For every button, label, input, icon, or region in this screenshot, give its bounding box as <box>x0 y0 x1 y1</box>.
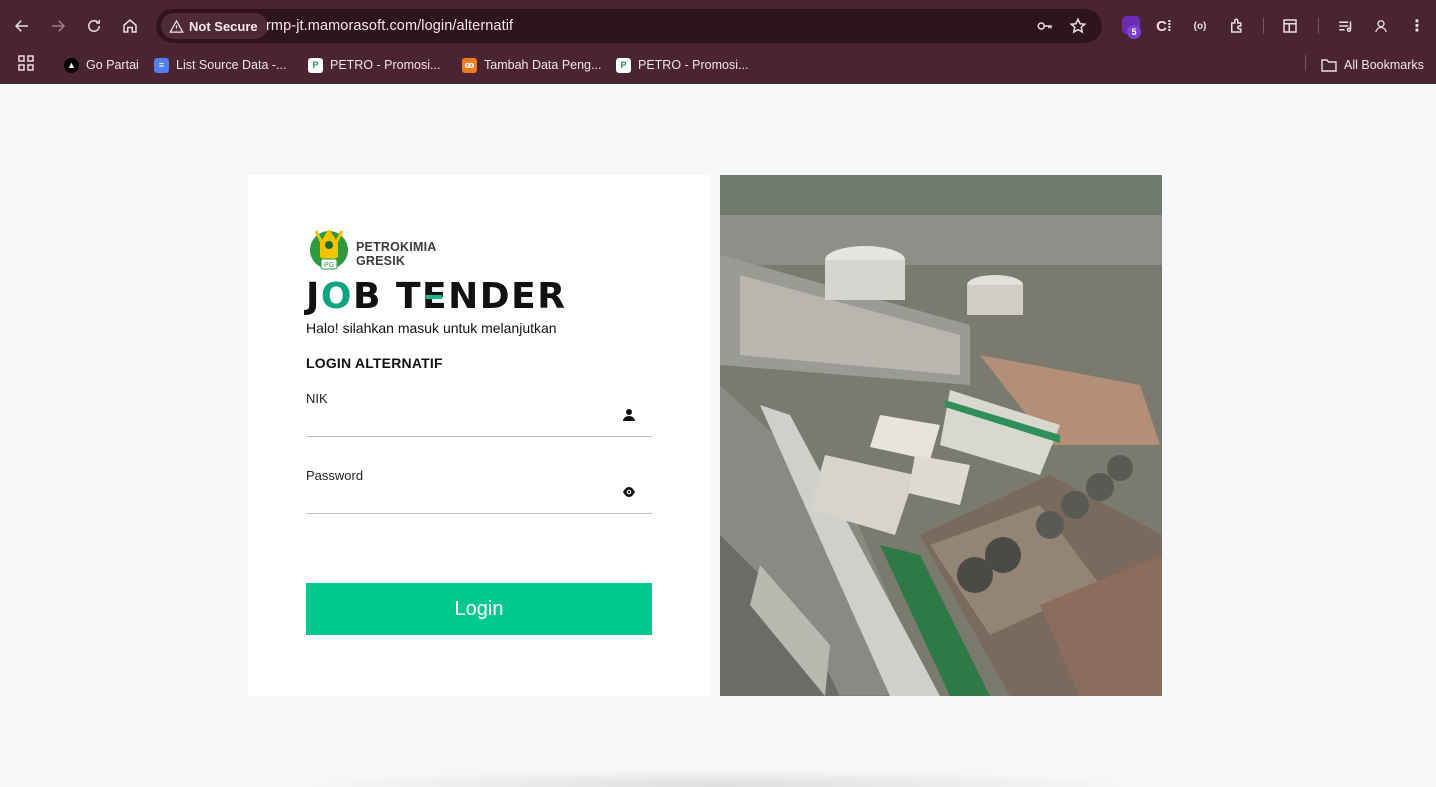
petro-icon: P <box>308 57 323 73</box>
apps-grid-icon[interactable] <box>18 55 34 71</box>
bookmark-label: Go Partai <box>86 58 139 72</box>
brand-part: B T <box>353 276 423 317</box>
bottom-shadow <box>300 770 1136 787</box>
folder-icon <box>1321 59 1337 72</box>
docs-icon: ≡ <box>154 57 169 73</box>
brand-part-o: O <box>320 276 354 317</box>
bookmark-label: Tambah Data Peng... <box>484 58 602 72</box>
extension-c-icon[interactable]: C⁞ <box>1153 15 1175 37</box>
logo-line1: PETROKIMIA <box>356 240 437 254</box>
all-bookmarks-label: All Bookmarks <box>1344 58 1424 72</box>
browser-toolbar: Not Secure rmp-jt.mamorasoft.com/login/a… <box>0 0 1436 52</box>
back-icon[interactable] <box>10 14 34 38</box>
extension-code-icon[interactable]: (o) <box>1189 15 1211 37</box>
home-icon[interactable] <box>118 14 142 38</box>
job-tender-title: JOB TENDER <box>306 276 566 317</box>
petro-icon: P <box>616 57 631 73</box>
extensions-puzzle-icon[interactable] <box>1226 15 1248 37</box>
side-panel-icon[interactable] <box>1279 15 1301 37</box>
toolbar-divider <box>1263 18 1264 34</box>
bookmark-item[interactable]: ▲ Go Partai <box>64 55 139 75</box>
login-button[interactable]: Login <box>306 583 652 635</box>
brand-part: NDER <box>448 276 567 317</box>
industrial-plant-photo <box>720 175 1162 696</box>
eye-icon[interactable] <box>622 485 636 499</box>
brand-part: J <box>306 276 321 317</box>
person-icon <box>622 408 636 422</box>
toolbar-divider <box>1318 18 1319 34</box>
logo-text: PETROKIMIA GRESIK <box>356 240 436 268</box>
bookmarks-divider <box>1305 55 1306 71</box>
bookmark-item[interactable]: ≡ List Source Data -... <box>154 55 286 75</box>
profile-icon[interactable] <box>1370 15 1392 37</box>
nik-input[interactable] <box>306 411 606 433</box>
bookmark-label: PETRO - Promosi... <box>330 58 441 72</box>
browser-chrome: Not Secure rmp-jt.mamorasoft.com/login/a… <box>0 0 1436 84</box>
logo-seal-text: PG <box>324 262 334 269</box>
reload-icon[interactable] <box>82 14 106 38</box>
reading-list-icon[interactable] <box>1335 15 1357 37</box>
warning-triangle-icon <box>169 19 184 33</box>
password-label: Password <box>306 468 364 483</box>
key-icon[interactable] <box>1036 17 1054 35</box>
security-label: Not Secure <box>189 18 258 34</box>
petrokimia-logo: PG PETROKIMIA GRESIK <box>306 223 486 273</box>
petrokimia-emblem-icon: PG <box>310 229 348 270</box>
login-card: PG PETROKIMIA GRESIK JOB TENDER Halo! si… <box>248 175 710 696</box>
forward-icon[interactable] <box>46 14 70 38</box>
bookmark-label: PETRO - Promosi... <box>638 58 749 72</box>
brand-part-e: E <box>422 276 449 317</box>
password-field: Password <box>306 468 652 514</box>
bookmark-item[interactable]: P PETRO - Promosi... <box>616 55 748 75</box>
subtitle: Halo! silahkan masuk untuk melanjutkan <box>306 320 557 336</box>
url-text[interactable]: rmp-jt.mamorasoft.com/login/alternatif <box>266 18 513 34</box>
password-input[interactable] <box>306 488 606 510</box>
bookmark-item[interactable]: ꝏ Tambah Data Peng... <box>462 55 601 75</box>
bookmark-item[interactable]: P PETRO - Promosi... <box>308 55 440 75</box>
address-bar[interactable]: Not Secure rmp-jt.mamorasoft.com/login/a… <box>156 9 1102 43</box>
triangle-logo-icon: ▲ <box>64 57 79 73</box>
security-chip[interactable]: Not Secure <box>161 13 268 39</box>
all-bookmarks-button[interactable]: All Bookmarks <box>1321 55 1424 75</box>
xampp-icon: ꝏ <box>462 57 477 73</box>
section-title: LOGIN ALTERNATIF <box>306 355 443 371</box>
extension-badge-count: 5 <box>1127 25 1141 39</box>
bookmarks-bar: ▲ Go Partai ≡ List Source Data -... P PE… <box>0 52 1436 84</box>
menu-kebab-icon[interactable]: ⋮ <box>1406 15 1428 37</box>
nik-field: NIK <box>306 391 652 437</box>
star-icon[interactable] <box>1069 17 1087 35</box>
logo-line2: GRESIK <box>356 254 406 268</box>
nik-label: NIK <box>306 391 328 406</box>
bookmark-label: List Source Data -... <box>176 58 287 72</box>
